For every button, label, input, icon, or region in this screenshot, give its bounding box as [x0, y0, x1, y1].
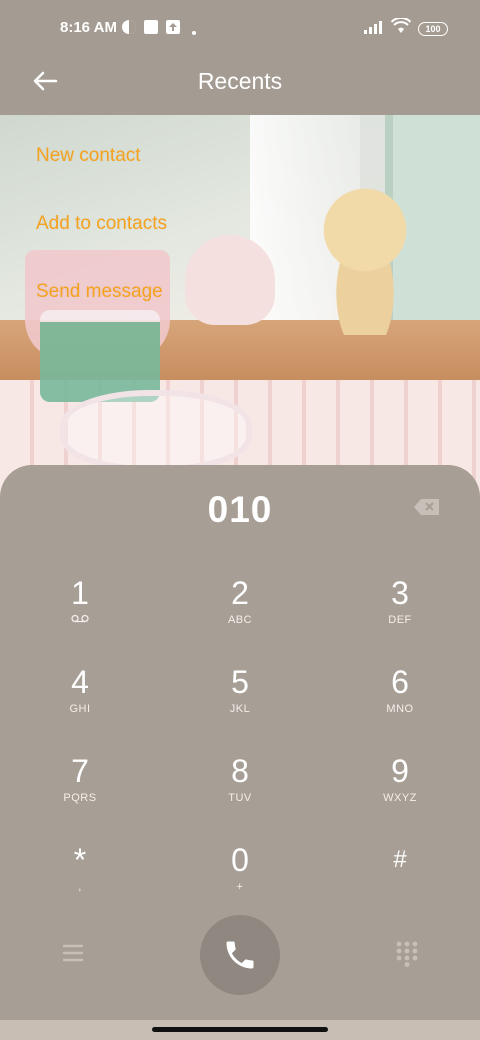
add-to-contacts-link[interactable]: Add to contacts: [36, 213, 167, 235]
dialer-actions: [0, 915, 480, 995]
key-star[interactable]: * ,: [20, 842, 140, 922]
status-time: 8:16 AM: [60, 19, 117, 36]
send-message-link[interactable]: Send message: [36, 281, 167, 303]
menu-button[interactable]: [62, 943, 84, 963]
key-hash[interactable]: #: [340, 842, 460, 922]
key-5[interactable]: 5 JKL: [180, 664, 300, 744]
dialpad-panel: 010 1 2 ABC 3 DEF 4 GHI 5 JKL 6 MNO 7 PQ…: [0, 465, 480, 1020]
key-3[interactable]: 3 DEF: [340, 575, 460, 655]
backspace-button[interactable]: [413, 498, 441, 516]
key-2[interactable]: 2 ABC: [180, 575, 300, 655]
status-bar: 8:16 AM 100: [0, 12, 480, 44]
key-4[interactable]: 4 GHI: [20, 664, 140, 744]
backspace-icon: [414, 499, 439, 515]
key-0[interactable]: 0 +: [180, 842, 300, 922]
menu-icon: [62, 944, 84, 962]
dot-icon: [192, 22, 196, 39]
upload-notification-icon: [165, 19, 181, 39]
app-notification-icon: [121, 19, 137, 39]
battery-indicator: 100: [418, 22, 448, 36]
call-button[interactable]: [200, 915, 280, 995]
dialed-number[interactable]: 010: [0, 489, 480, 531]
dialpad-toggle-button[interactable]: [396, 941, 418, 967]
wifi-icon: [390, 16, 412, 38]
voicemail-icon: [20, 614, 140, 626]
teddy-bear: [315, 185, 415, 335]
phone-icon: [226, 941, 254, 969]
key-7[interactable]: 7 PQRS: [20, 753, 140, 833]
new-contact-link[interactable]: New contact: [36, 145, 167, 167]
signal-icon: [364, 20, 386, 38]
page-title: Recents: [197, 68, 283, 94]
square-notification-icon: [143, 19, 159, 39]
key-1[interactable]: 1: [20, 575, 140, 655]
number-actions: New contact Add to contacts Send message: [36, 145, 167, 349]
top-bar: 8:16 AM 100 Recents: [0, 0, 480, 115]
key-8[interactable]: 8 TUV: [180, 753, 300, 833]
home-indicator[interactable]: [152, 1027, 328, 1032]
key-9[interactable]: 9 WXYZ: [340, 753, 460, 833]
key-6[interactable]: 6 MNO: [340, 664, 460, 744]
teapot: [185, 235, 275, 325]
dialpad-icon: [396, 941, 418, 967]
basket: [60, 390, 252, 472]
